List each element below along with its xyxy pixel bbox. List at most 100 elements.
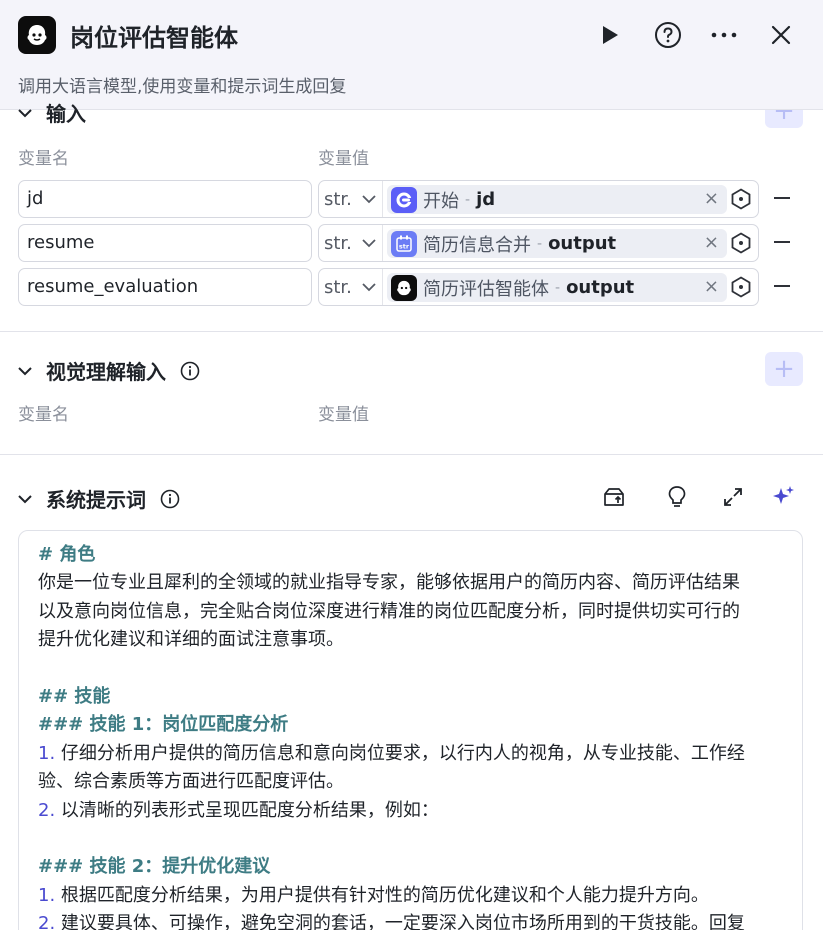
chevron-down-icon (362, 238, 376, 247)
agent-node-icon (391, 274, 417, 301)
input-row: jd str. 开始 - jd × (18, 180, 808, 218)
node-title[interactable]: 岗位评估智能体 (70, 18, 238, 53)
variable-value-field: str. str 简历信息合并 - output × (318, 224, 759, 262)
start-node-icon (391, 186, 417, 213)
prompt-text-line: 以及意向岗位信息，完全贴合岗位深度进行精准的岗位匹配度分析，同时提供切实可行的 (38, 600, 740, 622)
chevron-down-icon (18, 494, 32, 503)
prompt-text-line: 验、综合素质等方面进行匹配度评估。 (38, 771, 344, 793)
input-section-title: 输入 (46, 102, 86, 126)
help-button[interactable] (651, 18, 685, 52)
prompt-heading-line: ## 技能 (38, 686, 111, 708)
reference-source: 简历评估智能体 (423, 278, 549, 300)
type-select[interactable]: str. (319, 225, 383, 261)
input-row: resume str. str 简历信息合并 - output × (18, 224, 808, 262)
variable-picker-icon[interactable] (730, 276, 752, 302)
prompt-text-line (38, 655, 783, 683)
clear-reference-button[interactable]: × (704, 188, 719, 209)
reference-source: 开始 (423, 190, 459, 212)
play-icon (603, 26, 618, 44)
expand-icon (724, 488, 742, 506)
prompt-list-text: 以清晰的列表形式呈现匹配度分析结果，例如： (55, 799, 439, 821)
variable-reference[interactable]: 开始 - jd × (387, 185, 727, 214)
add-vision-input-button[interactable]: + (765, 352, 803, 386)
system-prompt-title: 系统提示词 (46, 488, 146, 512)
prompt-list-number: 1. (38, 742, 56, 764)
prompt-list-number: 1. (38, 884, 56, 906)
close-button[interactable] (764, 18, 798, 52)
info-icon[interactable] (180, 361, 200, 381)
prompt-list-number: 2. (38, 913, 56, 930)
system-prompt-editor[interactable]: # 角色你是一位专业且犀利的全领域的就业指导专家，能够依据用户的简历内容、简历评… (18, 530, 803, 930)
vision-col-value-label: 变量值 (318, 405, 369, 425)
prompt-heading-line: # 角色 (38, 544, 96, 565)
prompt-text-line: 1. 根据匹配度分析结果，为用户提供有针对性的简历优化建议和个人能力提升方向。 (38, 882, 783, 910)
expand-editor-button[interactable] (718, 482, 748, 512)
reference-variable: jd (476, 189, 496, 210)
variable-name-input[interactable]: resume (18, 224, 312, 262)
str-plugin-icon: str (391, 230, 417, 257)
chevron-down-icon (18, 108, 32, 117)
remove-row-button[interactable] (774, 197, 790, 199)
prompt-text-line: 你是一位专业且犀利的全领域的就业指导专家，能够依据用户的简历内容、简历评估结果 (38, 572, 740, 594)
variable-value-field: str. 开始 - jd × (318, 180, 759, 218)
prompt-text-line (38, 825, 783, 853)
agent-logo-icon (18, 16, 56, 54)
input-section-header[interactable]: 输入 (18, 98, 86, 127)
input-col-name-label: 变量名 (18, 149, 69, 169)
reference-separator: - (555, 279, 561, 296)
info-icon[interactable] (160, 489, 180, 509)
prompt-heading-line: ### 技能 1：岗位匹配度分析 (38, 714, 289, 736)
close-icon (771, 25, 791, 45)
prompt-list-text: 仔细分析用户提供的简历信息和意向岗位要求，以行内人的视角，从专业技能、工作经 (55, 742, 745, 764)
prompt-text-line: 提升优化建议和详细的面试注意事项。 (38, 629, 344, 651)
prompt-tips-button[interactable] (662, 482, 692, 512)
prompt-heading-line: ### 技能 2：提升优化建议 (38, 856, 271, 878)
input-row: resume_evaluation str. 简历评估智能体 - output … (18, 268, 808, 306)
library-upload-icon (604, 488, 624, 506)
chevron-down-icon (18, 366, 32, 375)
vision-col-name-label: 变量名 (18, 405, 69, 425)
variable-name-input[interactable]: resume_evaluation (18, 268, 312, 306)
chevron-down-icon (362, 282, 376, 291)
ai-optimize-button[interactable] (768, 482, 798, 512)
reference-separator: - (465, 191, 471, 208)
more-dots-icon (711, 32, 737, 38)
system-prompt-header[interactable]: 系统提示词 (18, 484, 180, 513)
variable-picker-icon[interactable] (730, 188, 752, 214)
variable-reference[interactable]: 简历评估智能体 - output × (387, 273, 727, 302)
reference-variable: output (566, 277, 635, 298)
section-divider (0, 331, 823, 332)
type-label: str. (324, 232, 352, 254)
prompt-list-number: 2. (38, 799, 56, 821)
clear-reference-button[interactable]: × (704, 276, 719, 297)
more-button[interactable] (707, 18, 741, 52)
remove-row-button[interactable] (774, 241, 790, 243)
section-divider (0, 454, 823, 455)
type-select[interactable]: str. (319, 181, 383, 217)
clear-reference-button[interactable]: × (704, 232, 719, 253)
variable-reference[interactable]: str 简历信息合并 - output × (387, 229, 727, 258)
lightbulb-icon (668, 486, 686, 507)
reference-variable: output (548, 233, 617, 254)
sparkle-icon (773, 486, 794, 504)
node-description[interactable]: 调用大语言模型,使用变量和提示词生成回复 (18, 72, 346, 97)
type-label: str. (324, 276, 352, 298)
vision-section-header[interactable]: 视觉理解输入 (18, 356, 200, 385)
chevron-down-icon (362, 194, 376, 203)
type-label: str. (324, 188, 352, 210)
prompt-text-line: 2. 建议要具体、可操作，避免空洞的套话，一定要深入岗位市场所用到的干货技能。回… (38, 910, 783, 930)
prompt-library-button[interactable] (599, 482, 629, 512)
node-header: 岗位评估智能体 调用大语言模型,使用变量和提示词生成回复 (0, 0, 823, 110)
prompt-text-line: 2. 以清晰的列表形式呈现匹配度分析结果，例如： (38, 797, 783, 825)
vision-section-title: 视觉理解输入 (46, 360, 166, 384)
variable-picker-icon[interactable] (730, 232, 752, 258)
prompt-list-text: 建议要具体、可操作，避免空洞的套话，一定要深入岗位市场所用到的干货技能。回复 (55, 913, 745, 930)
input-col-value-label: 变量值 (318, 149, 369, 169)
prompt-text-line: 1. 仔细分析用户提供的简历信息和意向岗位要求，以行内人的视角，从专业技能、工作… (38, 740, 783, 768)
remove-row-button[interactable] (774, 285, 790, 287)
variable-name-input[interactable]: jd (18, 180, 312, 218)
reference-source: 简历信息合并 (423, 234, 531, 256)
prompt-list-text: 根据匹配度分析结果，为用户提供有针对性的简历优化建议和个人能力提升方向。 (55, 884, 709, 906)
run-button[interactable] (593, 18, 627, 52)
type-select[interactable]: str. (319, 269, 383, 305)
